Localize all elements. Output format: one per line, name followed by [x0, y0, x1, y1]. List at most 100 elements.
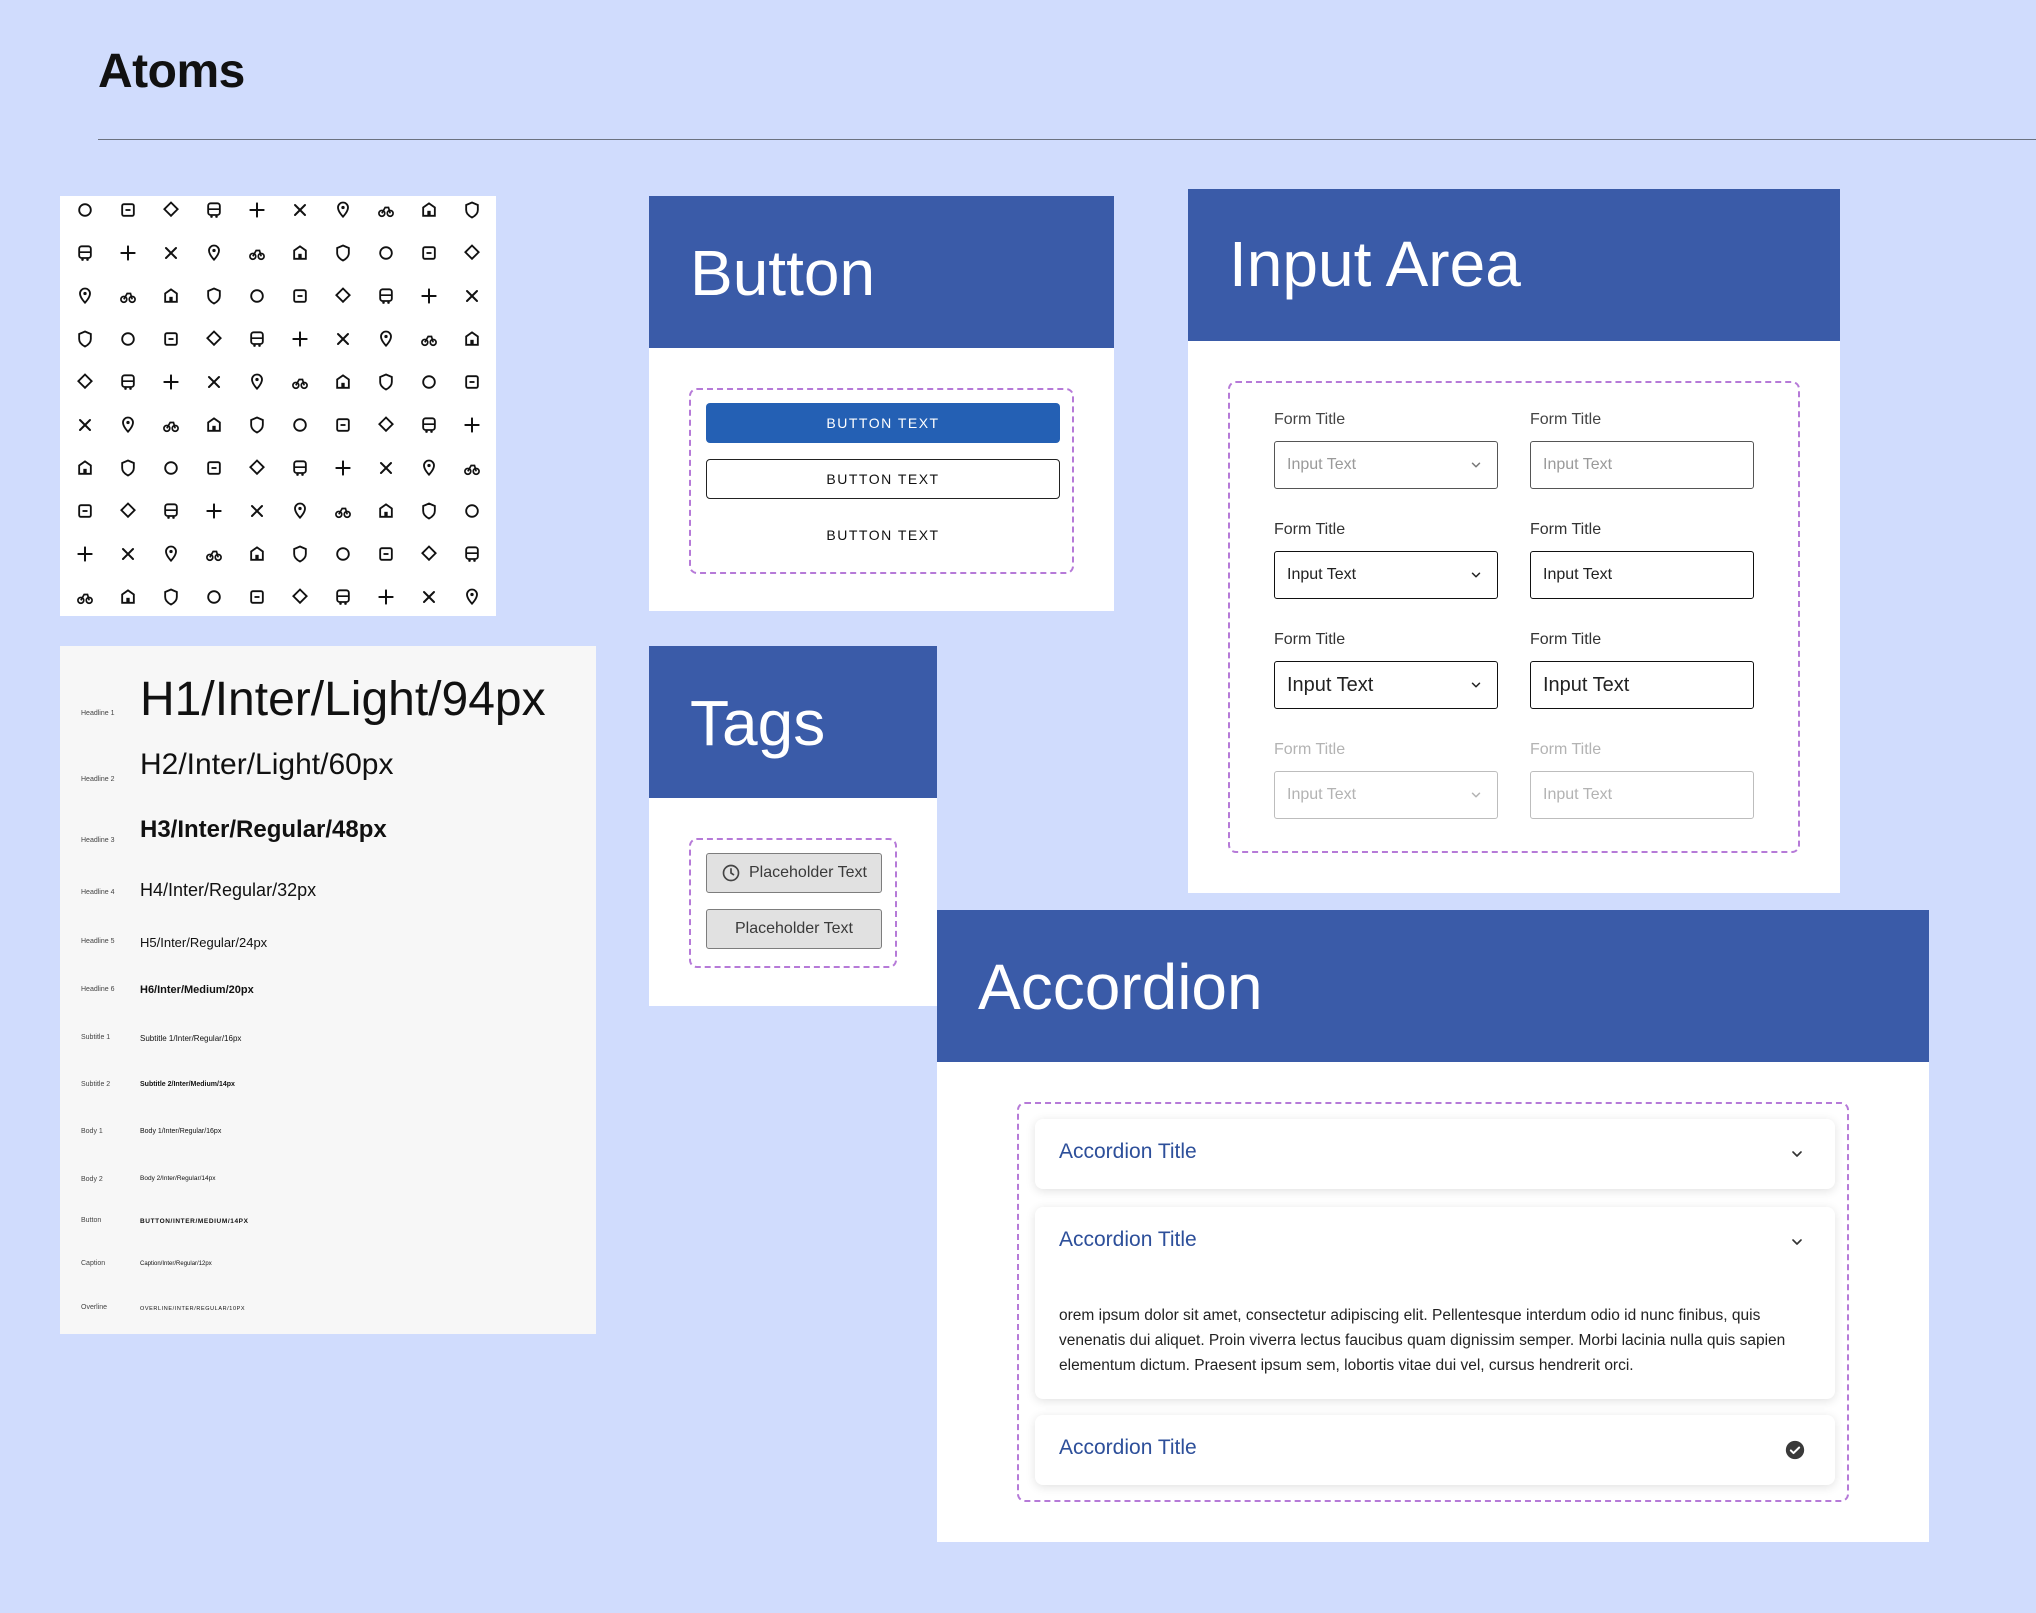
input-value: Input Text: [1543, 456, 1613, 473]
metro-3-icon: [288, 370, 312, 394]
input-fields-group: Form Title Input Text Form Title Input Text…: [1228, 381, 1800, 853]
typography-panel: Headline 1 H1/Inter/Light/94px Headline 2 H…: [60, 646, 596, 1334]
capsule-icon: [460, 370, 484, 394]
film-icon: [417, 585, 441, 609]
scooter-icon: [460, 413, 484, 437]
forest-icon: [374, 456, 398, 480]
text-input[interactable]: Input Text: [1530, 661, 1754, 709]
car-icon: [417, 327, 441, 351]
bikes-icon: [374, 284, 398, 308]
flight-icon: [116, 542, 140, 566]
diamond-sign-icon: [159, 327, 183, 351]
layers-icon: [374, 499, 398, 523]
accordion-title: Accordion Title: [1059, 1436, 1197, 1459]
check-circle-icon: [1785, 1440, 1805, 1460]
airplane-icon: [288, 456, 312, 480]
select-field[interactable]: Input Text: [1274, 551, 1498, 599]
no-signal-icon: [417, 499, 441, 523]
header-divider: [98, 139, 2036, 140]
train-icon: [460, 241, 484, 265]
toilet-icon: [331, 456, 355, 480]
tag-with-icon[interactable]: Placeholder Text: [706, 853, 882, 893]
bed-side-icon: [116, 327, 140, 351]
input-area-card: Input Area Form Title Input Text Form Titl…: [1188, 189, 1840, 893]
type-style-sample: BUTTON/INTER/MEDIUM/14PX: [140, 1218, 249, 1225]
briefcase-icon: [159, 499, 183, 523]
accordion-card-title: Accordion: [978, 951, 1263, 1023]
accordion-card: Accordion Accordion Title Accordion Titl…: [937, 910, 1929, 1542]
type-style-sample: Subtitle 1/Inter/Regular/16px: [140, 1034, 242, 1043]
text-input[interactable]: Input Text: [1530, 551, 1754, 599]
type-style-sample: H3/Inter/Regular/48px: [140, 816, 387, 843]
chevron-down-icon[interactable]: [1789, 1234, 1805, 1250]
hotel-icon: [245, 585, 269, 609]
outline-button[interactable]: BUTTON TEXT: [706, 459, 1060, 499]
chevron-down-icon[interactable]: [1469, 568, 1483, 582]
type-style-label: Caption: [81, 1260, 106, 1267]
cutlery-icon: [374, 542, 398, 566]
text-button[interactable]: BUTTON TEXT: [706, 515, 1060, 555]
select-field[interactable]: Input Text: [1274, 661, 1498, 709]
form-title-label: Form Title: [1530, 411, 1602, 428]
select-field[interactable]: Input Text: [1274, 441, 1498, 489]
form-title-label: Form Title: [1274, 741, 1346, 758]
text-input[interactable]: Input Text: [1530, 771, 1754, 819]
motor-icon: [374, 413, 398, 437]
money-icon: [159, 542, 183, 566]
type-style-sample: H4/Inter/Regular/32px: [140, 880, 317, 900]
text-input[interactable]: Input Text: [1530, 441, 1754, 489]
accessible-icon: [417, 370, 441, 394]
tram-icon: [73, 370, 97, 394]
runner-icon: [159, 370, 183, 394]
chevron-down-icon[interactable]: [1789, 1146, 1805, 1162]
chevron-down-icon[interactable]: [1469, 458, 1483, 472]
wifi-icon: [288, 284, 312, 308]
button-card-header: Button: [649, 196, 1114, 348]
accordion-item-expanded[interactable]: Accordion Title orem ipsum dolor sit ame…: [1035, 1207, 1835, 1399]
water-drop-icon: [202, 413, 226, 437]
equalizer-icon: [245, 198, 269, 222]
diamond-icon: [73, 327, 97, 351]
door-icon: [288, 585, 312, 609]
family-icon: [202, 284, 226, 308]
button-card: Button BUTTON TEXT BUTTON TEXT BUTTON TE…: [649, 196, 1114, 611]
accordion-item-collapsed[interactable]: Accordion Title: [1035, 1119, 1835, 1189]
shield-icon: [202, 241, 226, 265]
stairs-icon: [331, 284, 355, 308]
type-style-label: Body 1: [81, 1128, 103, 1135]
shapes-icon: [116, 284, 140, 308]
type-style-label: Headline 1: [81, 710, 115, 717]
tag-plain[interactable]: Placeholder Text: [706, 909, 882, 949]
map-search-icon: [417, 284, 441, 308]
bed-icon: [202, 499, 226, 523]
primary-button[interactable]: BUTTON TEXT: [706, 403, 1060, 443]
form-title-label: Form Title: [1274, 521, 1346, 538]
type-style-label: Headline 4: [81, 889, 115, 896]
medical-icon: [116, 456, 140, 480]
fuel-icon: [116, 198, 140, 222]
type-style-sample: H5/Inter/Regular/24px: [140, 935, 268, 950]
type-style-label: Headline 5: [81, 938, 115, 945]
add-location-icon: [202, 198, 226, 222]
type-style-label: Body 2: [81, 1176, 103, 1183]
chevron-down-icon[interactable]: [1469, 678, 1483, 692]
accordion-item-completed[interactable]: Accordion Title: [1035, 1415, 1835, 1485]
metro-2-icon: [245, 370, 269, 394]
select-value: Input Text: [1287, 456, 1357, 473]
type-style-sample: Body 2/Inter/Regular/14px: [140, 1175, 216, 1182]
tram-2-icon: [116, 370, 140, 394]
restaurant-menu-icon: [202, 456, 226, 480]
bus-2-icon: [374, 327, 398, 351]
motorcycle-icon: [288, 198, 312, 222]
chevron-down-icon[interactable]: [1469, 788, 1483, 802]
bus-icon: [331, 327, 355, 351]
museum-icon: [245, 456, 269, 480]
settings-icon: [73, 241, 97, 265]
select-field[interactable]: Input Text: [1274, 771, 1498, 819]
check-shield-icon: [116, 413, 140, 437]
crossed-tools-icon: [460, 284, 484, 308]
select-value: Input Text: [1287, 786, 1357, 803]
input-value: Input Text: [1543, 673, 1630, 696]
pin-icon: [159, 198, 183, 222]
clock-icon: [722, 864, 740, 882]
